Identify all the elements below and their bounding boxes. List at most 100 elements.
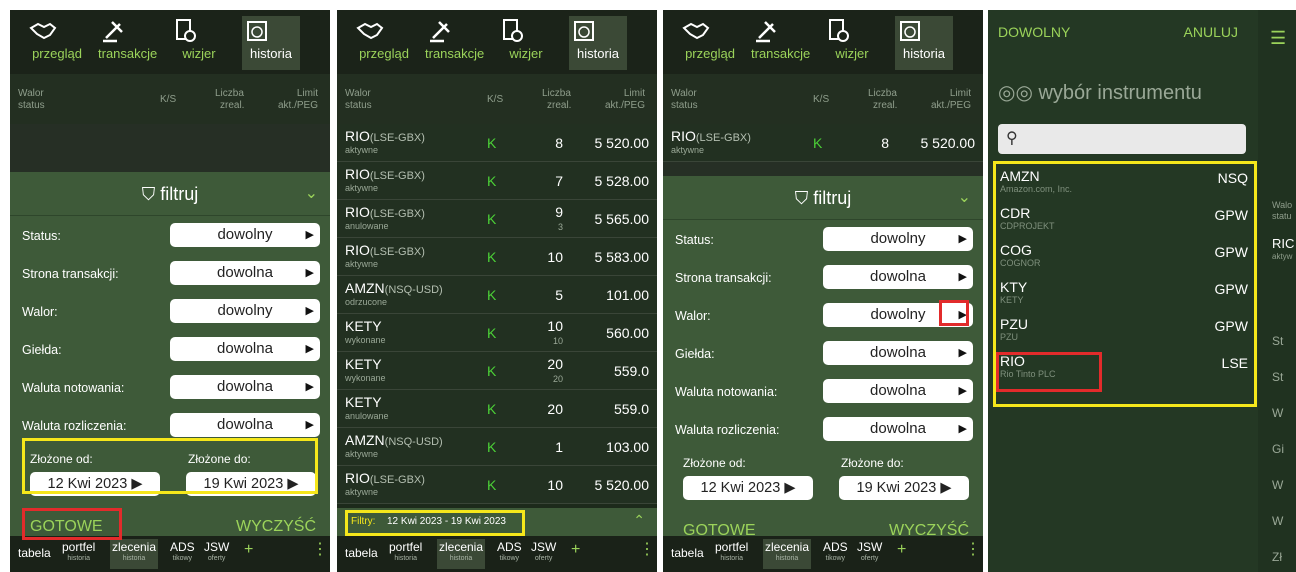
row-side: K (487, 135, 497, 151)
filter-row-quote-currency: Waluta notowania: dowolna ▶ (663, 372, 983, 410)
tab-wizjer[interactable]: wizjer (497, 16, 555, 70)
bottom-tab-ads[interactable]: ADS tikowy (497, 541, 522, 564)
quote-currency-select[interactable]: dowolna ▶ (170, 375, 320, 399)
bottom-tab-portfel[interactable]: portfel historia (389, 541, 422, 564)
bottom-tab-ads[interactable]: ADS tikowy (823, 541, 848, 564)
table-row[interactable]: KETY anulowane K 20 559.0 (337, 390, 657, 428)
row-status: aktywne (345, 487, 379, 497)
chevron-down-icon[interactable]: ⌄ (958, 176, 971, 220)
binoculars-icon: ◎◎ (998, 82, 1039, 104)
to-date-picker[interactable]: 19 Kwi 2023 ▶ (839, 476, 969, 500)
clear-button[interactable]: WYCZYŚĆ (236, 518, 316, 536)
bottom-tab-jsw[interactable]: JSW oferty (857, 541, 882, 564)
bottom-tab-tabela[interactable]: tabela (671, 547, 704, 559)
table-row[interactable]: RIO(LSE-GBX) aktywne K 10 5 520.00 (337, 466, 657, 504)
filter-summary-highlight (345, 510, 525, 536)
table-row[interactable]: RIO(LSE-GBX) aktywne K 7 5 528.00 (337, 162, 657, 200)
play-arrow-icon: ▶ (958, 233, 967, 245)
row-status: odrzucone (345, 297, 388, 307)
row-instrument: RIO(LSE-GBX) (345, 128, 425, 144)
row-instrument: RIO(LSE-GBX) (345, 242, 425, 258)
peek-filter-label: Gi (1272, 442, 1284, 456)
row-status: aktywne (345, 183, 379, 193)
row-quantity: 10 (547, 477, 563, 493)
chevron-up-icon[interactable]: ⌃ (633, 512, 645, 529)
more-menu-icon[interactable]: ⋮ (312, 542, 328, 558)
search-icon: ⚲ (1006, 130, 1018, 147)
column-header: Walor status K/S Liczba zreal. Limit akt… (663, 74, 983, 124)
from-date-picker[interactable]: 12 Kwi 2023 ▶ (683, 476, 813, 500)
add-tab-button[interactable]: + (897, 542, 906, 558)
col-akt-peg: akt./PEG (277, 100, 318, 111)
table-row[interactable]: RIO(LSE-GBX) aktywne K 8 5 520.00 (337, 124, 657, 162)
from-label: Złożone od: (683, 456, 746, 470)
search-input[interactable]: ⚲ (998, 124, 1246, 154)
add-tab-button[interactable]: + (571, 542, 580, 558)
tab-transakcje[interactable]: transakcje (751, 16, 810, 70)
filter-row-status: Status: dowolny ▶ (10, 216, 330, 254)
table-row[interactable]: RIO(LSE-GBX) aktywne K 10 5 583.00 (337, 238, 657, 276)
walor-select[interactable]: dowolny ▶ (170, 299, 320, 323)
bottom-tab-zlecenia[interactable]: zlecenia historia (763, 539, 811, 569)
row-quantity: 20 (547, 356, 563, 372)
col-liczba: Liczba (215, 88, 244, 99)
tab-historia[interactable]: historia (895, 16, 953, 70)
row-side: K (487, 173, 497, 189)
bottom-tab-jsw[interactable]: JSW oferty (531, 541, 556, 564)
quote-currency-select[interactable]: dowolna ▶ (823, 379, 973, 403)
table-row[interactable]: RIO(LSE-GBX) anulowane K 9 3 5 565.00 (337, 200, 657, 238)
tab-przeglad[interactable]: przegląd (681, 16, 739, 70)
tab-przeglad[interactable]: przegląd (28, 16, 86, 70)
status-select[interactable]: dowolny ▶ (170, 223, 320, 247)
bottom-tab-portfel[interactable]: portfel historia (715, 541, 748, 564)
filter-header[interactable]: ⛉ filtruj ⌄ (10, 172, 330, 216)
filter-header[interactable]: ⛉ filtruj ⌄ (663, 176, 983, 220)
tab-wizjer[interactable]: wizjer (170, 16, 228, 70)
table-row[interactable]: RIO(LSE-GBX) aktywne K 8 5 520.00 (663, 124, 983, 162)
tab-przeglad[interactable]: przegląd (355, 16, 413, 70)
table-row[interactable]: KETY wykonane K 20 20 559.0 (337, 352, 657, 390)
row-side: K (487, 249, 497, 265)
row-side: K (487, 401, 497, 417)
add-tab-button[interactable]: + (244, 542, 253, 558)
bottom-tab-zlecenia[interactable]: zlecenia historia (437, 539, 485, 569)
row-instrument: RIO(LSE-GBX) (345, 166, 425, 182)
bottom-tab-tabela[interactable]: tabela (345, 547, 378, 559)
cancel-button[interactable]: ANULUJ (1184, 24, 1238, 40)
play-arrow-icon: ▶ (305, 267, 314, 279)
tab-transakcje[interactable]: transakcje (425, 16, 484, 70)
more-menu-icon[interactable]: ⋮ (639, 542, 655, 558)
settle-currency-select[interactable]: dowolna ▶ (170, 413, 320, 437)
filter-row-settle-currency: Waluta rozliczenia: dowolna ▶ (663, 410, 983, 448)
col-akt-peg: akt./PEG (930, 100, 971, 111)
top-nav: przegląd transakcje wizjer historia (663, 10, 983, 74)
tab-transakcje[interactable]: transakcje (98, 16, 157, 70)
exchange-select[interactable]: dowolna ▶ (823, 341, 973, 365)
tab-wizjer[interactable]: wizjer (823, 16, 881, 70)
play-arrow-icon: ▶ (958, 385, 967, 397)
row-side: K (487, 325, 497, 341)
walor-arrow-highlight (939, 300, 969, 326)
bottom-tab-jsw[interactable]: JSW oferty (204, 541, 229, 564)
row-status: wykonane (345, 335, 386, 345)
table-row[interactable]: AMZN(NSQ-USD) odrzucone K 5 101.00 (337, 276, 657, 314)
table-row[interactable]: KETY wykonane K 10 10 560.00 (337, 314, 657, 352)
tab-historia[interactable]: historia (569, 16, 627, 70)
bottom-tab-tabela[interactable]: tabela (18, 547, 51, 559)
status-select[interactable]: dowolny ▶ (823, 227, 973, 251)
bottom-tab-zlecenia[interactable]: zlecenia historia (110, 539, 158, 569)
tab-historia[interactable]: historia (242, 16, 300, 70)
bottom-tab-portfel[interactable]: portfel historia (62, 541, 95, 564)
any-button[interactable]: DOWOLNY (998, 24, 1070, 40)
table-row[interactable]: AMZN(NSQ-USD) aktywne K 1 103.00 (337, 428, 657, 466)
more-menu-icon[interactable]: ⋮ (965, 542, 981, 558)
hamburger-menu-icon[interactable]: ☰ (1270, 28, 1286, 49)
bottom-tab-ads[interactable]: ADS tikowy (170, 541, 195, 564)
col-walor: Walor (345, 88, 371, 99)
exchange-select[interactable]: dowolna ▶ (170, 337, 320, 361)
settle-currency-select[interactable]: dowolna ▶ (823, 417, 973, 441)
side-select[interactable]: dowolna ▶ (823, 265, 973, 289)
row-status: anulowane (345, 221, 389, 231)
side-select[interactable]: dowolna ▶ (170, 261, 320, 285)
chevron-down-icon[interactable]: ⌄ (305, 172, 318, 216)
